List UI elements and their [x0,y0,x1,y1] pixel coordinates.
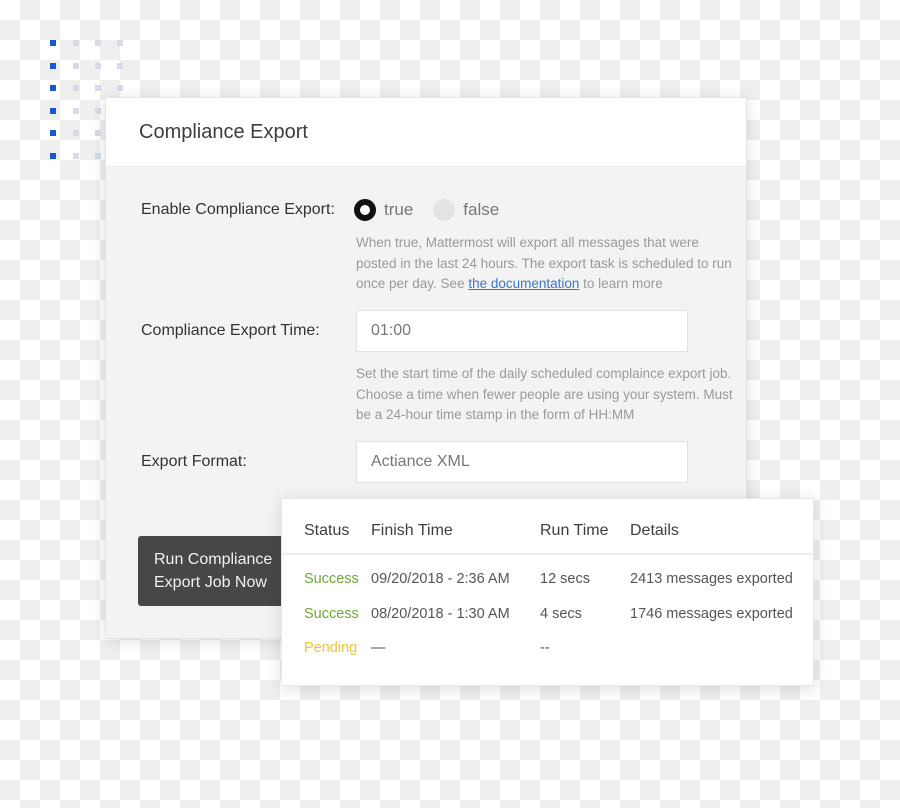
run-compliance-export-button[interactable]: Run Compliance Export Job Now [138,536,284,606]
run-time-cell: 12 secs [540,571,590,587]
export-time-help-text: Set the start time of the daily schedule… [356,366,733,422]
dot [95,40,101,46]
dot [73,153,79,159]
dot [73,108,79,114]
table-header-row: Status Finish Time Run Time Details [282,499,813,555]
finish-time-cell: — [371,640,386,656]
enable-help-text-after: to learn more [579,276,663,291]
run-time-cell: -- [540,640,550,656]
dot [73,63,79,69]
column-header-finish-time: Finish Time [371,522,453,539]
dot [50,63,56,69]
dot [50,85,56,91]
export-format-label: Export Format: [141,453,247,470]
details-cell: 1746 messages exported [630,606,793,622]
column-header-status: Status [304,522,350,539]
export-format-select[interactable]: Actiance XML [356,441,688,483]
enable-compliance-export-label: Enable Compliance Export: [141,201,335,218]
status-cell: Pending [304,640,358,656]
panel-title: Compliance Export [139,120,308,143]
dot [50,153,56,159]
radio-true[interactable] [354,199,376,221]
radio-false-label[interactable]: false [463,200,499,220]
enable-compliance-export-radio-group: true false [354,199,519,221]
radio-false[interactable] [433,199,456,221]
column-header-run-time: Run Time [540,522,609,539]
documentation-link[interactable]: the documentation [468,276,579,291]
run-button-line1: Run Compliance [154,551,273,568]
dot [95,130,101,136]
finish-time-cell: 08/20/2018 - 1:30 AM [371,606,510,622]
dot [50,40,56,46]
finish-time-cell: 09/20/2018 - 2:36 AM [371,571,510,587]
dot [73,130,79,136]
run-time-cell: 4 secs [540,606,582,622]
dot [95,153,101,159]
dot [95,85,101,91]
enable-help-text: When true, Mattermost will export all me… [356,233,736,295]
status-cell: Success [304,571,359,587]
run-button-line2: Export Job Now [154,574,267,591]
dot [50,130,56,136]
export-jobs-table: Status Finish Time Run Time Details Succ… [281,498,814,686]
status-cell: Success [304,606,359,622]
dot [73,85,79,91]
column-header-details: Details [630,522,679,539]
dot [73,40,79,46]
dot [117,63,123,69]
export-time-input[interactable]: 01:00 [356,310,688,352]
panel-header: Compliance Export [106,98,746,167]
dot [117,85,123,91]
dot [117,40,123,46]
dot [95,63,101,69]
dot [95,108,101,114]
export-time-label: Compliance Export Time: [141,322,320,339]
details-cell: 2413 messages exported [630,571,793,587]
dot [50,108,56,114]
radio-true-label[interactable]: true [384,200,413,220]
